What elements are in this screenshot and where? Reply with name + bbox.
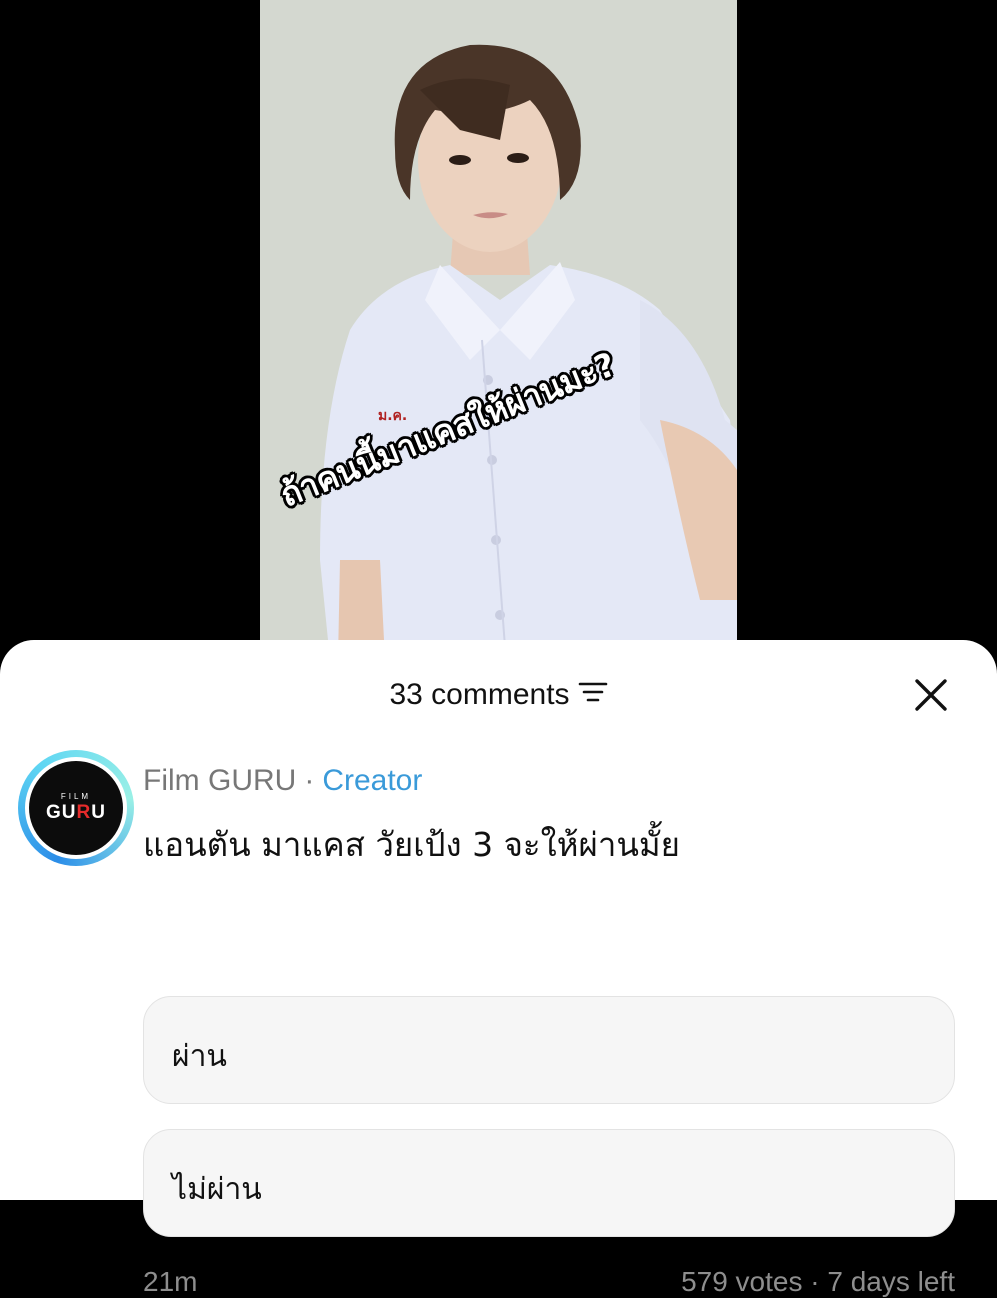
- poll-option-pass[interactable]: ผ่าน: [143, 996, 955, 1104]
- poll-option-fail[interactable]: ไม่ผ่าน: [143, 1129, 955, 1237]
- comments-header: 33 comments: [0, 670, 997, 718]
- comments-count-title: 33 comments: [389, 678, 570, 711]
- meta-separator: ·: [304, 764, 315, 797]
- creator-badge: Creator: [322, 764, 423, 797]
- poll-votes-summary: 579 votes · 7 days left: [681, 1266, 955, 1297]
- film-guru-logo: FILM GURU: [29, 761, 123, 855]
- poll-option-label: ผ่าน: [172, 1039, 227, 1074]
- author-name[interactable]: Film GURU: [143, 764, 296, 797]
- close-x-icon: [915, 679, 947, 711]
- comments-title-row: 33 comments: [0, 678, 997, 713]
- poll-option-label: ไม่ผ่าน: [172, 1172, 262, 1207]
- logo-guru-text: GURU: [46, 802, 106, 823]
- comment-time: 21m: [143, 1266, 198, 1297]
- video-player[interactable]: ม.ค. ถ้าคนนี้มาแคสให้ผ่านมะ?: [0, 0, 997, 660]
- avatar[interactable]: FILM GURU: [18, 750, 134, 866]
- logo-film-text: FILM: [60, 792, 92, 801]
- sort-lines-icon[interactable]: [578, 679, 608, 713]
- comment-meta: Film GURU · Creator: [143, 764, 422, 798]
- poll-question: แอนตัน มาแคส วัยเป้ง 3 จะให้ผ่านมั้ย: [143, 825, 681, 864]
- comments-sheet: 33 comments FILM GURU Film GURU · Creator …: [0, 640, 997, 1297]
- close-button[interactable]: [908, 672, 954, 718]
